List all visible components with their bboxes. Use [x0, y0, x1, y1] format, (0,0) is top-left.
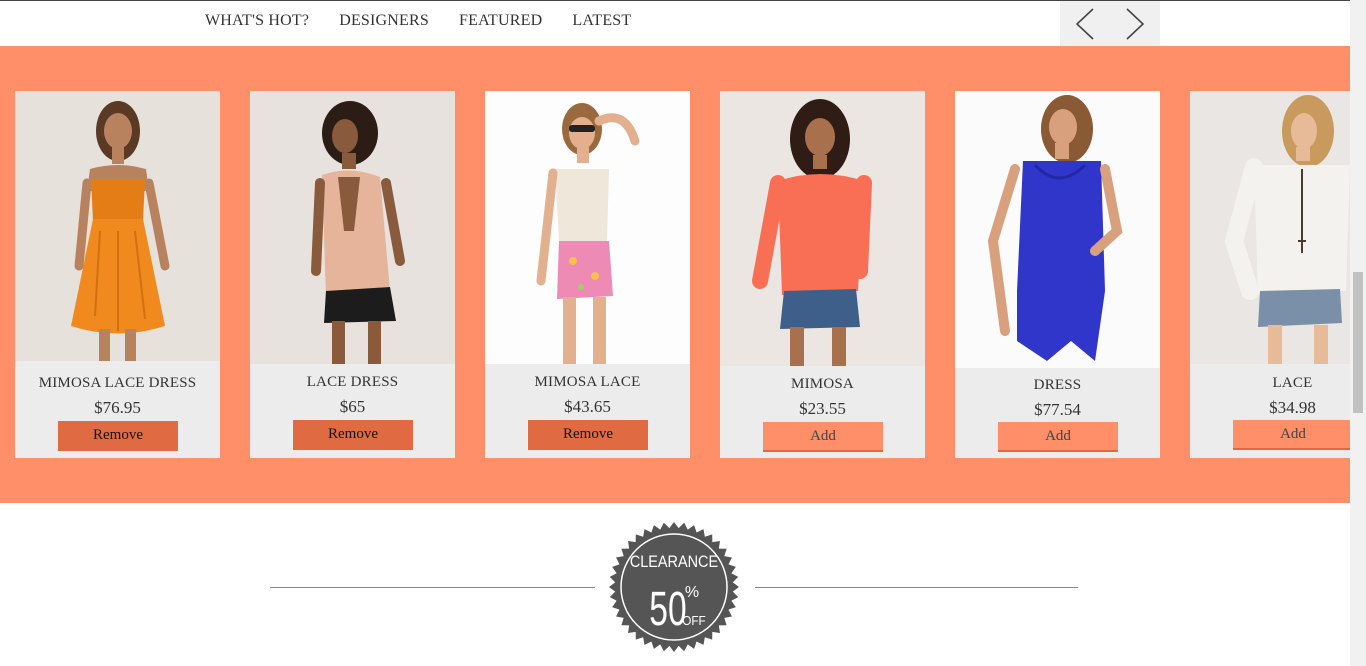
chevron-left-icon: [1075, 7, 1094, 40]
divider-left: [270, 587, 595, 588]
page-scrollbar[interactable]: [1350, 0, 1366, 666]
product-price: $34.98: [1269, 398, 1316, 417]
product-carousel: MIMOSA LACE DRESS $76.95 Remove LACE DRE…: [0, 46, 1350, 503]
product-name: LACE: [1272, 375, 1313, 391]
off-text: OFF: [682, 613, 706, 628]
percent-sign: %: [685, 584, 699, 601]
add-button[interactable]: Add: [998, 422, 1118, 452]
product-name: LACE DRESS: [306, 374, 399, 390]
clearance-badge[interactable]: CLEARANCE 50 % OFF: [608, 521, 740, 653]
clearance-percent: 50: [649, 581, 686, 635]
product-price: $76.95: [94, 398, 141, 417]
product-photo[interactable]: [15, 91, 220, 361]
product-name: MIMOSA LACE: [534, 374, 641, 390]
nav-featured[interactable]: FEATURED: [459, 12, 542, 30]
product-photo[interactable]: [1190, 91, 1350, 364]
divider-right: [755, 587, 1078, 588]
nav-designers[interactable]: DESIGNERS: [339, 12, 429, 30]
remove-button[interactable]: Remove: [58, 421, 178, 451]
add-button[interactable]: Add: [763, 422, 883, 452]
chevron-right-icon: [1126, 7, 1145, 40]
product-photo[interactable]: [955, 91, 1160, 368]
product-price: $43.65: [564, 397, 611, 416]
product-price: $65: [339, 397, 366, 416]
carousel-prev-button[interactable]: [1060, 1, 1110, 46]
product-price: $77.54: [1034, 400, 1081, 419]
product-card: MIMOSA $23.55 Add: [720, 91, 925, 458]
remove-button[interactable]: Remove: [293, 420, 413, 450]
product-card: LACE DRESS $65 Remove: [250, 91, 455, 458]
nav-links: WHAT'S HOT? DESIGNERS FEATURED LATEST: [205, 12, 631, 30]
product-name: MIMOSA: [791, 376, 854, 392]
product-card: MIMOSA LACE $43.65 Remove: [485, 91, 690, 458]
carousel-next-button[interactable]: [1110, 1, 1160, 46]
remove-button[interactable]: Remove: [528, 420, 648, 450]
product-photo[interactable]: [485, 91, 690, 364]
scrollbar-thumb[interactable]: [1353, 272, 1363, 413]
product-card: LACE $34.98 Add: [1190, 91, 1350, 458]
add-button[interactable]: Add: [1233, 420, 1350, 450]
top-nav: WHAT'S HOT? DESIGNERS FEATURED LATEST: [0, 1, 1350, 46]
product-card: DRESS $77.54 Add: [955, 91, 1160, 458]
product-price: $23.55: [799, 399, 846, 418]
carousel-arrows: [1060, 1, 1160, 46]
product-name: MIMOSA LACE DRESS: [38, 375, 197, 391]
product-photo[interactable]: [720, 91, 925, 366]
product-name: DRESS: [1033, 377, 1082, 393]
nav-latest[interactable]: LATEST: [572, 12, 631, 30]
clearance-text: CLEARANCE: [630, 553, 718, 571]
clearance-seal-icon: CLEARANCE 50 % OFF: [609, 522, 739, 652]
nav-whats-hot[interactable]: WHAT'S HOT?: [205, 12, 309, 30]
product-photo[interactable]: [250, 91, 455, 364]
product-card: MIMOSA LACE DRESS $76.95 Remove: [15, 91, 220, 458]
